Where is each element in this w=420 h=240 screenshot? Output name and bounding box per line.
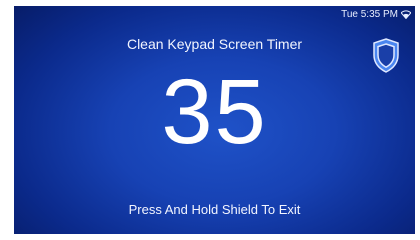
shield-icon: [373, 38, 399, 73]
shield-exit-button[interactable]: [372, 38, 400, 74]
status-bar: Tue 5:35 PM: [341, 9, 411, 20]
exit-hint: Press And Hold Shield To Exit: [128, 202, 301, 217]
clean-screen-overlay: Tue 5:35 PM Clean Keypad Screen Timer 35…: [14, 6, 415, 234]
screen-title: Clean Keypad Screen Timer: [126, 36, 303, 52]
status-time: Tue 5:35 PM: [341, 9, 398, 20]
wifi-icon: [401, 10, 411, 19]
countdown-timer: 35: [161, 61, 268, 163]
